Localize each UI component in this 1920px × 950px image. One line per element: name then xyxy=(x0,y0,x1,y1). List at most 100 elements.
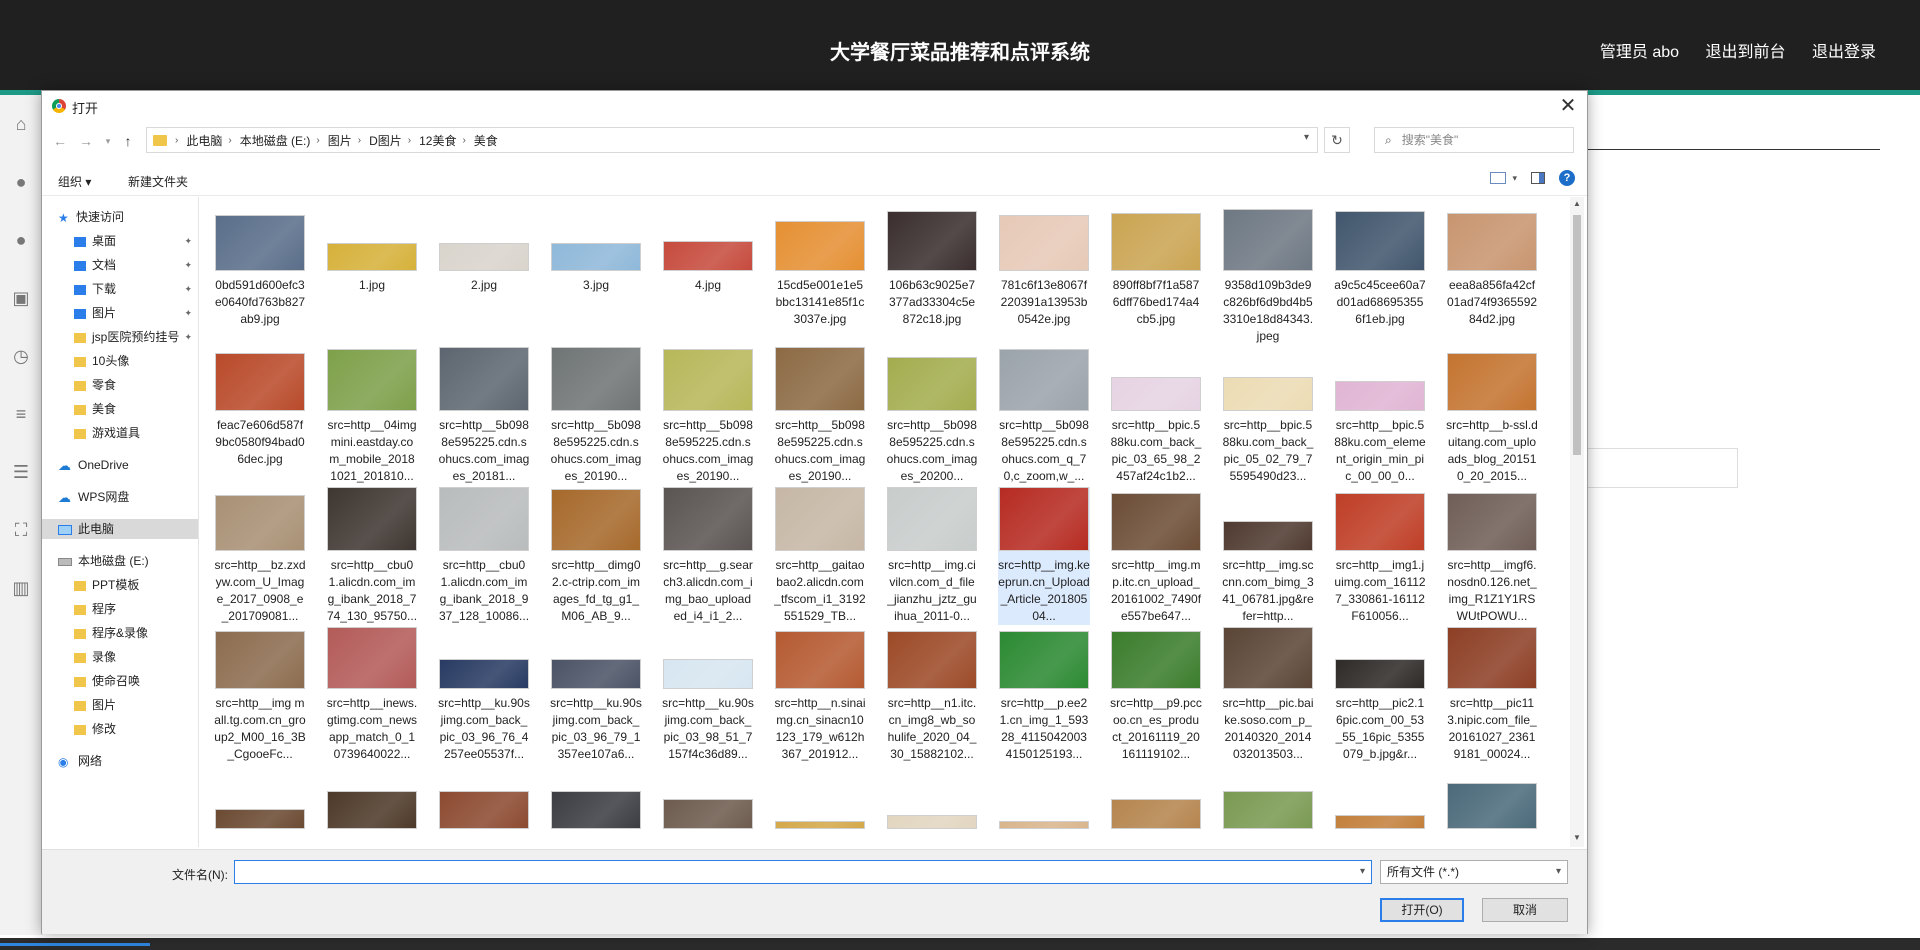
nav-item[interactable]: 修改 xyxy=(42,719,198,739)
user-icon[interactable]: ● xyxy=(0,211,42,269)
file-item[interactable]: src=http__img1.juimg.com_161127_330861-1… xyxy=(1334,487,1426,625)
file-item[interactable]: src=http__p9.pccoo.cn_es_product_2016111… xyxy=(1110,625,1202,763)
nav-item[interactable]: 零食 xyxy=(42,375,198,395)
close-icon[interactable]: ✕ xyxy=(1555,93,1581,119)
background-input[interactable] xyxy=(1586,448,1738,488)
filename-input[interactable] xyxy=(239,862,1353,884)
scrollbar-thumb[interactable] xyxy=(1573,215,1581,455)
file-item[interactable] xyxy=(1222,765,1314,829)
breadcrumb-item[interactable]: 本地磁盘 (E:) xyxy=(240,132,311,149)
view-icon[interactable] xyxy=(1490,172,1507,184)
file-item[interactable]: src=http__5b0988e595225.cdn.sohucs.com_i… xyxy=(550,347,642,485)
file-item[interactable]: src=http__ku.90sjimg.com_back_pic_03_96_… xyxy=(438,625,530,763)
file-item[interactable] xyxy=(774,765,866,829)
file-item[interactable]: src=http__bpic.588ku.com_back_pic_05_02_… xyxy=(1222,347,1314,485)
search-box[interactable]: ⌕ xyxy=(1374,127,1574,153)
file-item[interactable]: src=http__pic.baike.soso.com_p_20140320_… xyxy=(1222,625,1314,763)
refresh-icon[interactable]: ↻ xyxy=(1324,127,1350,153)
file-item[interactable] xyxy=(886,765,978,829)
breadcrumb-item[interactable]: 图片 xyxy=(328,132,352,149)
breadcrumb-item[interactable]: D图片 xyxy=(369,132,402,149)
file-item[interactable]: 1.jpg xyxy=(326,207,418,294)
recent-dropdown-icon[interactable]: ▾ xyxy=(98,131,118,151)
chevron-down-icon[interactable]: ▾ xyxy=(1512,173,1517,184)
file-item[interactable]: src=http__gaitaobao2.alicdn.com_tfscom_i… xyxy=(774,487,866,625)
address-bar[interactable]: › 此电脑 › 本地磁盘 (E:) › 图片 › D图片 › 12美食 › 美食… xyxy=(146,127,1318,153)
new-folder-button[interactable]: 新建文件夹 xyxy=(128,173,188,190)
nav-item[interactable]: 文档 ✦ xyxy=(42,255,198,275)
file-item[interactable]: src=http__n.sinaimg.cn_sinacn10123_179_w… xyxy=(774,625,866,763)
file-item[interactable]: src=http__g.search3.alicdn.com_img_bao_u… xyxy=(662,487,754,625)
nav-item[interactable]: 图片 xyxy=(42,695,198,715)
file-item[interactable]: src=http__pic2.16pic.com_00_53_55_16pic_… xyxy=(1334,625,1426,763)
scroll-up-icon[interactable]: ▲ xyxy=(1570,199,1584,211)
chevron-down-icon[interactable]: ▾ xyxy=(1360,866,1365,877)
file-item[interactable]: src=http__5b0988e595225.cdn.sohucs.com_q… xyxy=(998,347,1090,485)
preview-pane-icon[interactable] xyxy=(1531,172,1545,184)
file-item[interactable] xyxy=(1334,765,1426,829)
nav-item[interactable]: 10头像 xyxy=(42,351,198,371)
organize-button[interactable]: 组织 ▾ xyxy=(58,173,91,190)
nav-item[interactable]: 游戏道具 xyxy=(42,423,198,443)
nav-item[interactable]: 下载 ✦ xyxy=(42,279,198,299)
search-input[interactable] xyxy=(1399,132,1554,148)
file-item[interactable]: src=http__pic113.nipic.com_file_20161027… xyxy=(1446,625,1538,763)
admin-user-link[interactable]: 管理员 abo xyxy=(1600,44,1679,61)
nav-item[interactable]: ◉ 网络 xyxy=(42,751,198,771)
file-item[interactable]: 0bd591d600efc3e0640fd763b827ab9.jpg xyxy=(214,207,306,328)
file-item[interactable]: src=http__cbu01.alicdn.com_img_ibank_201… xyxy=(438,487,530,625)
vertical-scrollbar[interactable]: ▲ ▼ xyxy=(1570,197,1584,847)
file-item[interactable]: a9c5c45cee60a7d01ad686953556f1eb.jpg xyxy=(1334,207,1426,328)
open-button[interactable]: 打开(O) xyxy=(1380,898,1464,922)
nav-item[interactable]: 使命召唤 xyxy=(42,671,198,691)
pin-icon[interactable]: ✦ xyxy=(184,255,192,275)
clock-icon[interactable]: ◷ xyxy=(0,327,42,385)
nav-item[interactable]: 美食 xyxy=(42,399,198,419)
menu-icon[interactable]: ≡ xyxy=(0,385,42,443)
file-item[interactable]: 106b63c9025e7377ad33304c5e872c18.jpg xyxy=(886,207,978,328)
nav-item[interactable]: PPT模板 xyxy=(42,575,198,595)
pin-icon[interactable]: ✦ xyxy=(184,231,192,251)
nav-item[interactable]: ☁ OneDrive xyxy=(42,455,198,475)
nav-item[interactable]: ★ 快速访问 xyxy=(42,207,198,227)
file-item[interactable]: src=http__bpic.588ku.com_element_origin_… xyxy=(1334,347,1426,485)
file-item[interactable]: 781c6f13e8067f220391a13953b0542e.jpg xyxy=(998,207,1090,328)
file-item[interactable]: 890ff8bf7f1a5876dff76bed174a4cb5.jpg xyxy=(1110,207,1202,328)
breadcrumb-item[interactable]: 12美食 xyxy=(419,132,456,149)
filetype-select[interactable]: 所有文件 (*.*) ▾ xyxy=(1380,860,1568,884)
file-item[interactable]: feac7e606d587f9bc0580f94bad06dec.jpg xyxy=(214,347,306,468)
file-item[interactable]: 3.jpg xyxy=(550,207,642,294)
logout-link[interactable]: 退出登录 xyxy=(1812,44,1876,61)
briefcase-icon[interactable]: ▣ xyxy=(0,269,42,327)
file-item[interactable]: 9358d109b3de9c826bf6d9bd4b53310e18d84343… xyxy=(1222,207,1314,345)
file-item[interactable] xyxy=(214,765,306,829)
expand-icon[interactable]: ⛶ xyxy=(0,501,42,559)
file-item[interactable]: src=http__5b0988e595225.cdn.sohucs.com_i… xyxy=(886,347,978,485)
exit-to-frontend-link[interactable]: 退出到前台 xyxy=(1706,44,1786,61)
file-item[interactable]: src=http__img mall.tg.com.cn_group2_M00_… xyxy=(214,625,306,763)
nav-item[interactable]: 录像 xyxy=(42,647,198,667)
filename-combobox[interactable]: ▾ xyxy=(234,860,1372,884)
file-item[interactable]: src=http__inews.gtimg.com_newsapp_match_… xyxy=(326,625,418,763)
file-item[interactable] xyxy=(662,765,754,829)
user-icon[interactable]: ● xyxy=(0,153,42,211)
help-icon[interactable]: ? xyxy=(1559,170,1575,186)
file-item[interactable]: eea8a856fa42cf01ad74f936559284d2.jpg xyxy=(1446,207,1538,328)
file-item[interactable] xyxy=(1446,765,1538,829)
forward-icon[interactable]: → xyxy=(76,131,96,151)
file-item[interactable]: src=http__04imgmini.eastday.com_mobile_2… xyxy=(326,347,418,485)
home-icon[interactable]: ⌂ xyxy=(0,95,42,153)
nav-item[interactable]: 图片 ✦ xyxy=(42,303,198,323)
file-item[interactable]: src=http__ku.90sjimg.com_back_pic_03_98_… xyxy=(662,625,754,763)
file-item[interactable]: 4.jpg xyxy=(662,207,754,294)
nav-item[interactable]: 桌面 ✦ xyxy=(42,231,198,251)
nav-item[interactable]: 本地磁盘 (E:) xyxy=(42,551,198,571)
file-item[interactable]: src=http__cbu01.alicdn.com_img_ibank_201… xyxy=(326,487,418,625)
file-item[interactable]: src=http__b-ssl.duitang.com_uploads_blog… xyxy=(1446,347,1538,485)
pin-icon[interactable]: ✦ xyxy=(184,303,192,323)
breadcrumb-item[interactable]: 美食 xyxy=(474,132,498,149)
file-item[interactable]: 2.jpg xyxy=(438,207,530,294)
pin-icon[interactable]: ✦ xyxy=(184,279,192,299)
file-item[interactable]: src=http__bz.zxdyw.com_U_Image_2017_0908… xyxy=(214,487,306,625)
file-item[interactable]: src=http__5b0988e595225.cdn.sohucs.com_i… xyxy=(438,347,530,485)
